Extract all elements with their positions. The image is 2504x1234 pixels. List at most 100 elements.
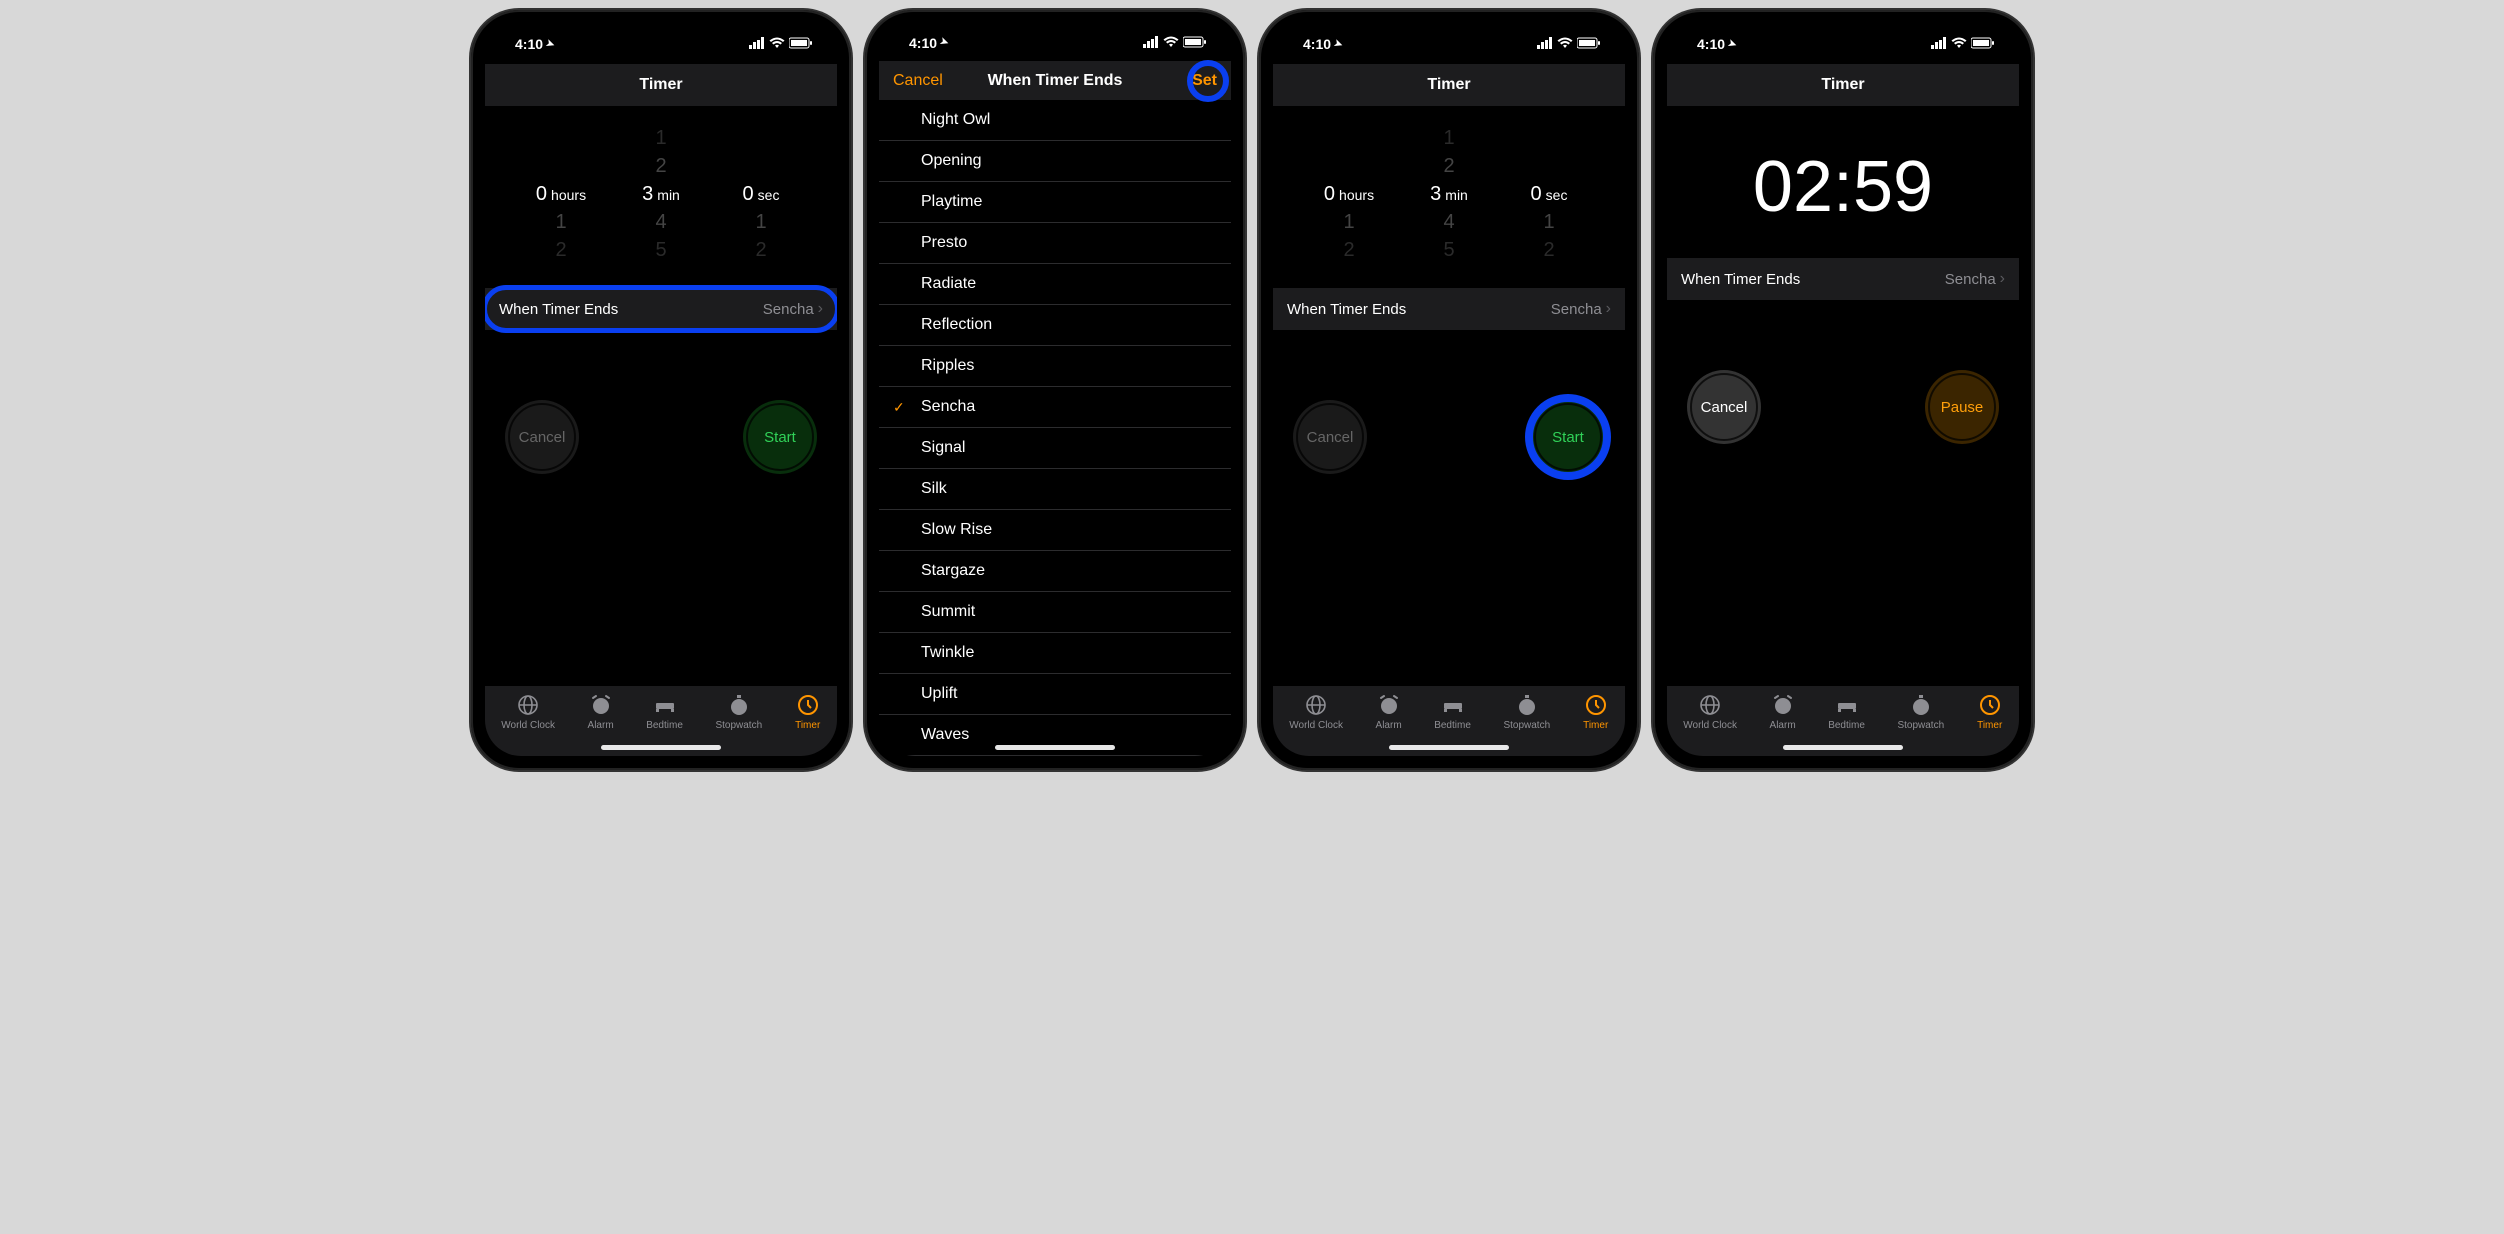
sound-option-label: Reflection — [921, 316, 992, 334]
notch — [1758, 24, 1928, 50]
world-clock-tab[interactable]: World Clock — [1289, 692, 1343, 731]
sound-option[interactable]: Presto — [879, 223, 1231, 264]
cancel-nav-button[interactable]: Cancel — [879, 61, 957, 100]
cancel-button[interactable]: Cancel — [1293, 400, 1367, 474]
tab-bar: World Clock Alarm Bedtime Stopwatch Time… — [1273, 686, 1625, 756]
phone-1: 4:10➤ Timer 0hours 1 2 1 2 3min 4 5 0sec… — [471, 10, 851, 770]
globe-icon — [1697, 692, 1723, 718]
sound-option[interactable]: Stargaze — [879, 551, 1231, 592]
when-timer-ends-label: When Timer Ends — [1287, 301, 1406, 318]
cell-signal-icon — [1931, 36, 1947, 52]
cell-signal-icon — [1537, 36, 1553, 52]
timer-tab[interactable]: Timer — [1583, 692, 1609, 731]
globe-icon — [1303, 692, 1329, 718]
bedtime-tab[interactable]: Bedtime — [1828, 692, 1865, 731]
when-timer-ends-row[interactable]: When Timer Ends Sencha› — [1667, 258, 2019, 300]
when-timer-ends-value: Sencha — [1551, 301, 1602, 318]
start-button[interactable]: Start — [743, 400, 817, 474]
bed-icon — [1440, 692, 1466, 718]
sound-option[interactable]: Reflection — [879, 305, 1231, 346]
sound-option-label: Opening — [921, 152, 982, 170]
home-indicator[interactable] — [995, 745, 1115, 750]
home-indicator[interactable] — [1783, 745, 1903, 750]
status-time: 4:10 — [1303, 36, 1331, 52]
notch — [576, 24, 746, 50]
battery-icon — [789, 36, 813, 52]
pause-button[interactable]: Pause — [1925, 370, 1999, 444]
sound-option-label: Slow Rise — [921, 521, 992, 539]
checkmark-icon: ✓ — [893, 399, 905, 416]
countdown-display: 02:59 — [1667, 106, 2019, 258]
bed-icon — [1834, 692, 1860, 718]
alarm-tab[interactable]: Alarm — [1376, 692, 1402, 731]
sound-option[interactable]: Slow Rise — [879, 510, 1231, 551]
when-timer-ends-value: Sencha — [1945, 271, 1996, 288]
sound-option[interactable]: ✓ Sencha — [879, 387, 1231, 428]
bedtime-tab[interactable]: Bedtime — [1434, 692, 1471, 731]
world-clock-tab[interactable]: World Clock — [501, 692, 555, 731]
stopwatch-icon — [1514, 692, 1540, 718]
stopwatch-icon — [726, 692, 752, 718]
sound-option[interactable]: Uplift — [879, 674, 1231, 715]
sound-option-label: Silk — [921, 480, 947, 498]
sound-option[interactable]: Summit — [879, 592, 1231, 633]
chevron-right-icon: › — [818, 300, 823, 318]
sound-option[interactable]: Signal — [879, 428, 1231, 469]
timer-tab[interactable]: Timer — [1977, 692, 2003, 731]
chevron-right-icon: › — [2000, 270, 2005, 288]
chevron-right-icon: › — [1606, 300, 1611, 318]
status-time: 4:10 — [1697, 36, 1725, 52]
cancel-button[interactable]: Cancel — [1687, 370, 1761, 444]
sound-option[interactable]: Silk — [879, 469, 1231, 510]
phone-2: 4:10➤ Cancel When Timer Ends Set Night O… — [865, 10, 1245, 770]
stopwatch-tab[interactable]: Stopwatch — [1897, 692, 1944, 731]
stopwatch-tab[interactable]: Stopwatch — [1503, 692, 1550, 731]
cell-signal-icon — [749, 36, 765, 52]
stopwatch-tab[interactable]: Stopwatch — [715, 692, 762, 731]
set-nav-button[interactable]: Set — [1178, 61, 1231, 100]
sound-option[interactable]: Night Owl — [879, 100, 1231, 141]
home-indicator[interactable] — [1389, 745, 1509, 750]
when-timer-ends-label: When Timer Ends — [1681, 271, 1800, 288]
bedtime-tab[interactable]: Bedtime — [646, 692, 683, 731]
sound-option[interactable]: Twinkle — [879, 633, 1231, 674]
duration-picker[interactable]: 0hours 1 2 1 2 3min 4 5 0sec 1 2 — [485, 106, 837, 288]
timer-icon — [795, 692, 821, 718]
location-icon: ➤ — [1726, 37, 1738, 50]
location-icon: ➤ — [938, 36, 950, 49]
alarm-tab[interactable]: Alarm — [588, 692, 614, 731]
when-timer-ends-row[interactable]: When Timer Ends Sencha› — [485, 288, 837, 330]
nav-bar: Timer — [485, 64, 837, 106]
location-icon: ➤ — [1332, 37, 1344, 50]
sound-option-label: Twinkle — [921, 644, 974, 662]
sound-list[interactable]: Night Owl Opening Playtime PrestoRadiate Ref… — [879, 100, 1231, 756]
sound-option[interactable]: Radiate — [879, 264, 1231, 305]
alarm-tab[interactable]: Alarm — [1770, 692, 1796, 731]
sound-option[interactable]: Playtime — [879, 182, 1231, 223]
world-clock-tab[interactable]: World Clock — [1683, 692, 1737, 731]
wifi-icon — [1557, 36, 1573, 52]
page-title: When Timer Ends — [988, 72, 1123, 90]
page-title: Timer — [1427, 76, 1470, 94]
tutorial-highlight — [1525, 394, 1611, 480]
cancel-button[interactable]: Cancel — [505, 400, 579, 474]
sound-option-label: Playtime — [921, 193, 982, 211]
duration-picker[interactable]: 0hours 12 12 3min 45 0sec 12 — [1273, 106, 1625, 288]
when-timer-ends-value: Sencha — [763, 301, 814, 318]
when-timer-ends-label: When Timer Ends — [499, 301, 618, 318]
page-title: Timer — [1821, 76, 1864, 94]
stopwatch-icon — [1908, 692, 1934, 718]
sound-option-label: Ripples — [921, 357, 974, 375]
when-timer-ends-row[interactable]: When Timer Ends Sencha› — [1273, 288, 1625, 330]
sound-option-label: Waves — [921, 726, 969, 744]
timer-tab[interactable]: Timer — [795, 692, 821, 731]
sound-option-label: Night Owl — [921, 111, 990, 129]
sound-option[interactable]: Ripples — [879, 346, 1231, 387]
status-time: 4:10 — [515, 36, 543, 52]
phone-4: 4:10➤ Timer 02:59 When Timer Ends Sencha… — [1653, 10, 2033, 770]
sound-option[interactable]: Opening — [879, 141, 1231, 182]
location-icon: ➤ — [544, 37, 556, 50]
sound-option-label: Sencha — [921, 398, 975, 416]
home-indicator[interactable] — [601, 745, 721, 750]
start-button[interactable]: Start — [1531, 400, 1605, 474]
